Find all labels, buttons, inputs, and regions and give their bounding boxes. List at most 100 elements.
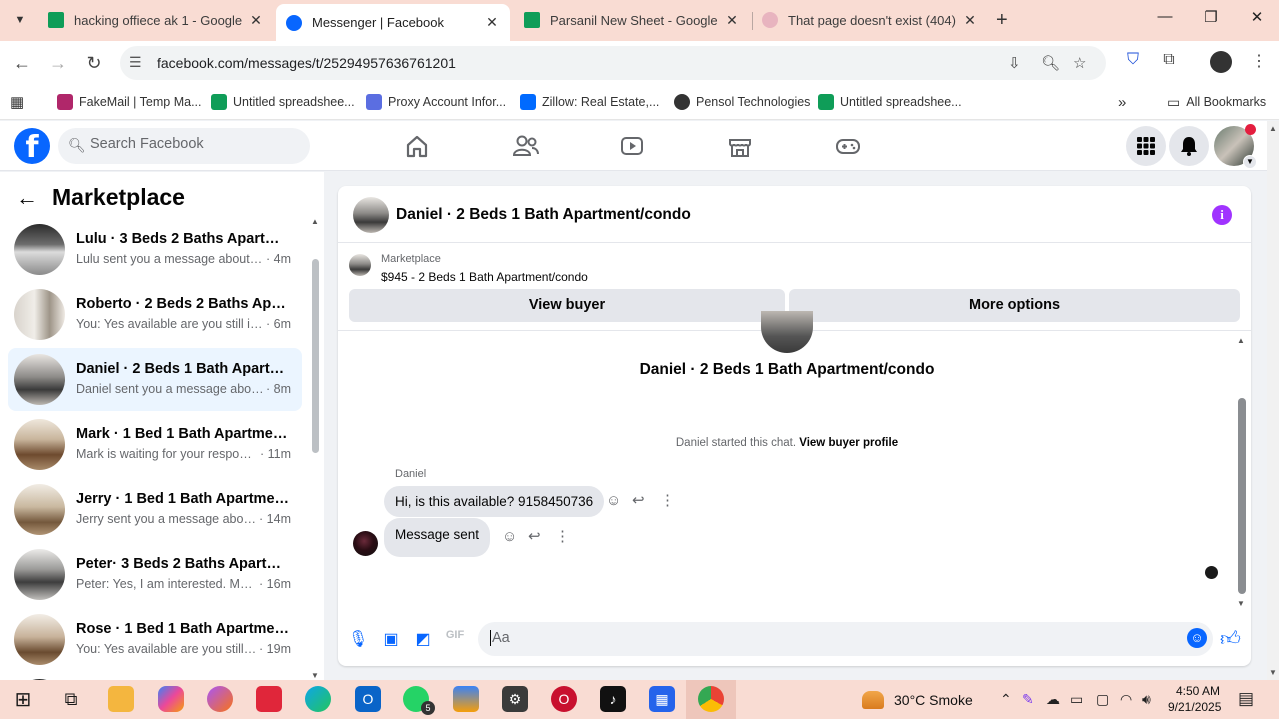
conversation-item[interactable]: Peter· 3 Beds 2 Baths Apartmen... Peter:…	[8, 543, 302, 606]
react-emoji-icon[interactable]: ☺	[606, 492, 621, 509]
nav-watch[interactable]	[612, 130, 652, 162]
conversation-item[interactable]: Lulu · 3 Beds 2 Baths Apartment... Lulu …	[8, 218, 302, 281]
cloud-icon[interactable]: ☁	[1046, 691, 1060, 708]
chat-avatar[interactable]	[353, 197, 389, 233]
view-buyer-profile-link[interactable]: View buyer profile	[799, 437, 898, 449]
message-bubble[interactable]: Message sent	[384, 518, 491, 557]
close-tab-icon[interactable]: ✕	[248, 12, 264, 29]
conversation-item[interactable]: Rose · 1 Bed 1 Bath Apartment/c... You: …	[8, 608, 302, 671]
back-icon[interactable]: ←	[10, 51, 34, 75]
page-scrollbar[interactable]: ▲ ▼	[1267, 121, 1279, 680]
edge-icon[interactable]	[305, 686, 331, 712]
url-text[interactable]: facebook.com/messages/t/2529495763676120…	[157, 55, 456, 71]
scroll-down-icon[interactable]: ▼	[311, 671, 319, 680]
pen-icon[interactable]: ✎	[1022, 691, 1034, 708]
badge-app-icon[interactable]	[453, 686, 479, 712]
windows-start-icon[interactable]: ⊞	[10, 686, 36, 712]
tab-search-icon[interactable]: ▼	[8, 8, 32, 32]
scroll-down-icon[interactable]: ▼	[1237, 599, 1245, 608]
file-explorer-icon[interactable]	[108, 686, 134, 712]
shield-extension-icon[interactable]: ⛉	[1122, 51, 1144, 73]
all-bookmarks[interactable]: ▭ All Bookmarks	[1167, 93, 1266, 111]
forward-icon[interactable]: →	[46, 51, 70, 75]
volume-icon[interactable]: 🔊︎	[1142, 691, 1151, 708]
back-arrow-icon[interactable]: ←	[16, 185, 38, 211]
nav-home[interactable]	[397, 130, 437, 162]
facebook-logo[interactable]: f	[14, 128, 50, 164]
copilot-icon[interactable]	[158, 686, 184, 712]
listing-title[interactable]: $945 - 2 Beds 1 Bath Apartment/condo	[381, 270, 588, 284]
device-icon[interactable]: ▢	[1096, 691, 1109, 708]
nav-gaming[interactable]	[828, 130, 868, 162]
more-actions-icon[interactable]: ⋮	[660, 491, 675, 509]
bookmark-spreadsheet-1[interactable]: Untitled spreadshee...	[211, 93, 355, 111]
anydesk-icon[interactable]	[256, 686, 282, 712]
zoom-icon[interactable]: 🔍︎	[1041, 54, 1060, 72]
more-actions-icon[interactable]: ⋮	[555, 527, 570, 545]
whatsapp-icon[interactable]: 5	[403, 686, 435, 715]
bookmark-fakemail[interactable]: FakeMail | Temp Ma...	[57, 93, 202, 111]
nav-friends[interactable]	[505, 130, 545, 162]
bookmark-star-icon[interactable]: ☆	[1073, 54, 1086, 72]
conversation-item[interactable]	[8, 673, 302, 680]
account-avatar[interactable]: ▼	[1214, 124, 1257, 169]
chrome-menu-icon[interactable]: ⋮	[1248, 51, 1270, 73]
like-icon[interactable]: 👍︎	[1220, 627, 1241, 651]
close-window-icon[interactable]: ✕	[1242, 8, 1272, 26]
conversation-item-active[interactable]: Daniel · 2 Beds 1 Bath Apartmen... Danie…	[8, 348, 302, 411]
notification-center-icon[interactable]: ▤	[1238, 689, 1254, 709]
scrollbar-thumb[interactable]	[312, 259, 319, 453]
address-bar[interactable]: ☰ facebook.com/messages/t/25294957636761…	[120, 46, 1106, 80]
close-tab-icon[interactable]: ✕	[724, 12, 740, 29]
wifi-icon[interactable]: ◠	[1120, 691, 1132, 708]
site-settings-icon[interactable]: ☰	[129, 54, 142, 71]
chevron-up-icon[interactable]: ⌃	[1000, 691, 1012, 708]
facebook-search[interactable]: 🔍︎	[58, 128, 310, 164]
close-tab-icon[interactable]: ✕	[484, 14, 500, 31]
tab-google-sheets-2[interactable]: Parsanil New Sheet - Google Sh ✕	[514, 4, 750, 36]
task-view-icon[interactable]: ⧉	[58, 686, 84, 712]
scroll-down-icon[interactable]: ▼	[1269, 668, 1277, 677]
scroll-up-icon[interactable]: ▲	[311, 217, 319, 226]
outlook-icon[interactable]: O	[355, 686, 381, 712]
bookmark-zillow[interactable]: Zillow: Real Estate,...	[520, 93, 659, 111]
microphone-icon[interactable]: 🎙︎	[348, 629, 368, 649]
battery-icon[interactable]: ▭	[1070, 691, 1083, 708]
tab-google-sheets-1[interactable]: hacking offiece ak 1 - Google Sh ✕	[38, 4, 274, 36]
reply-icon[interactable]: ↩	[632, 491, 645, 509]
app-icon[interactable]	[207, 686, 233, 712]
tab-404[interactable]: That page doesn't exist (404) - F ✕	[752, 4, 988, 36]
tiktok-icon[interactable]: ♪	[600, 686, 626, 712]
more-options-button[interactable]: More options	[789, 289, 1240, 322]
reply-icon[interactable]: ↩	[528, 527, 541, 545]
chrome-icon[interactable]	[698, 686, 724, 712]
sticker-icon[interactable]: ◩	[413, 629, 433, 649]
conversation-item[interactable]: Jerry · 1 Bed 1 Bath Apartment/c... Jerr…	[8, 478, 302, 541]
conversation-item[interactable]: Mark · 1 Bed 1 Bath Apartment/... Mark i…	[8, 413, 302, 476]
clock[interactable]: 4:50 AM 9/21/2025	[1168, 683, 1221, 715]
weather-widget[interactable]: 30°C Smoke	[862, 691, 973, 709]
gif-icon[interactable]: GIF	[445, 629, 465, 649]
scroll-up-icon[interactable]: ▲	[1237, 336, 1245, 345]
conversation-list-scrollbar[interactable]: ▲ ▼	[310, 217, 320, 680]
message-input[interactable]	[490, 630, 1140, 646]
menu-grid-icon[interactable]	[1126, 126, 1166, 166]
reload-icon[interactable]: ↻	[82, 51, 106, 75]
view-buyer-button[interactable]: View buyer	[349, 289, 785, 322]
info-icon[interactable]: i	[1212, 205, 1232, 225]
bookmark-pensol[interactable]: Pensol Technologies	[674, 93, 810, 111]
scroll-up-icon[interactable]: ▲	[1269, 124, 1277, 133]
opera-icon[interactable]: O	[551, 686, 577, 712]
bookmark-spreadsheet-2[interactable]: Untitled spreadshee...	[818, 93, 962, 111]
settings-app-icon[interactable]: ⚙	[502, 686, 528, 712]
search-input[interactable]	[90, 136, 290, 152]
chat-title[interactable]: Daniel · 2 Beds 1 Bath Apartment/condo	[396, 206, 691, 224]
bookmark-proxy[interactable]: Proxy Account Infor...	[366, 93, 506, 111]
message-input-box[interactable]: ☺	[478, 622, 1213, 656]
microsoft-store-icon[interactable]: ▦	[649, 686, 675, 712]
install-app-icon[interactable]: ⇩	[1008, 54, 1021, 72]
close-tab-icon[interactable]: ✕	[962, 12, 978, 29]
minimize-icon[interactable]: —	[1150, 8, 1180, 25]
restore-icon[interactable]: ❐	[1196, 8, 1226, 26]
notifications-button[interactable]	[1169, 126, 1209, 166]
